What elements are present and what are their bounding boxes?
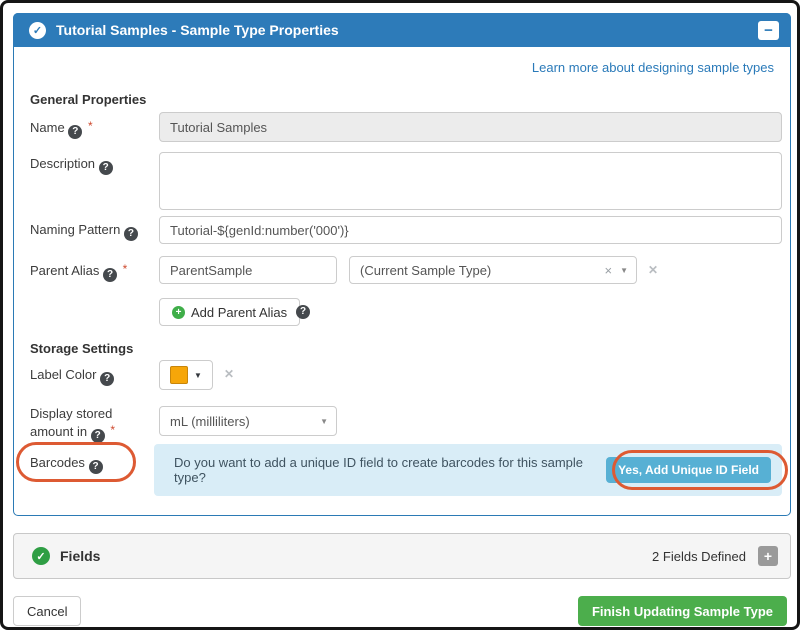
add-parent-alias-label: Add Parent Alias [191,305,287,320]
sample-type-designer-window: ✓ Tutorial Samples - Sample Type Propert… [0,0,800,630]
name-required-marker: * [88,119,93,133]
select-clear-icon[interactable]: × [604,263,612,278]
display-stored-selected-value: mL (milliliters) [170,414,320,429]
display-stored-label-line2: amount in ? * [30,423,115,443]
general-properties-heading: General Properties [30,92,146,107]
unit-select-caret-icon: ▼ [320,417,328,426]
barcodes-help-icon[interactable]: ? [89,460,103,474]
parent-alias-required-marker: * [123,262,128,276]
add-unique-id-field-button[interactable]: Yes, Add Unique ID Field [606,457,771,483]
collapse-panel-button[interactable]: − [758,21,779,40]
parent-alias-help-icon[interactable]: ? [103,268,117,282]
panel-complete-check-icon: ✓ [29,22,46,39]
name-label: Name ? * [30,119,93,139]
add-parent-alias-help-icon[interactable]: ? [296,305,310,319]
name-help-icon[interactable]: ? [68,125,82,139]
label-color-help-icon[interactable]: ? [100,372,114,386]
panel-title: Tutorial Samples - Sample Type Propertie… [56,22,339,38]
display-stored-required-marker: * [110,423,115,437]
parent-alias-sample-type-select[interactable]: (Current Sample Type) × ▼ [349,256,637,284]
barcodes-label: Barcodes ? [30,455,103,474]
display-stored-help-icon[interactable]: ? [91,429,105,443]
parent-alias-selected-value: (Current Sample Type) [360,263,600,278]
naming-pattern-label: Naming Pattern ? [30,222,138,241]
properties-panel-header: ✓ Tutorial Samples - Sample Type Propert… [13,13,791,47]
description-label: Description ? [30,156,113,175]
fields-panel[interactable]: ✓ Fields 2 Fields Defined + [13,533,791,579]
color-swatch [170,366,188,384]
expand-fields-button[interactable]: + [758,546,778,566]
select-caret-icon[interactable]: ▼ [620,266,628,275]
parent-alias-input[interactable] [159,256,337,284]
color-dropdown-caret-icon: ▼ [194,371,202,380]
clear-label-color-icon[interactable]: ✕ [224,367,234,381]
plus-circle-icon: + [172,306,185,319]
naming-pattern-input[interactable] [159,216,782,244]
fields-panel-title: Fields [60,548,100,564]
learn-more-link[interactable]: Learn more about designing sample types [532,60,774,75]
cancel-button[interactable]: Cancel [13,596,81,626]
naming-pattern-help-icon[interactable]: ? [124,227,138,241]
description-help-icon[interactable]: ? [99,161,113,175]
label-color-label: Label Color ? [30,367,114,386]
add-parent-alias-button[interactable]: + Add Parent Alias [159,298,300,326]
description-textarea[interactable] [159,152,782,210]
fields-defined-count: 2 Fields Defined [652,549,746,564]
label-color-dropdown[interactable]: ▼ [159,360,213,390]
name-input [159,112,782,142]
finish-updating-button[interactable]: Finish Updating Sample Type [578,596,787,626]
display-stored-unit-select[interactable]: mL (milliliters) ▼ [159,406,337,436]
properties-panel: ✓ Tutorial Samples - Sample Type Propert… [13,13,791,516]
barcodes-info-banner: Do you want to add a unique ID field to … [154,444,782,496]
display-stored-label-line1: Display stored [30,406,112,421]
parent-alias-label: Parent Alias ? * [30,262,127,282]
barcodes-prompt-text: Do you want to add a unique ID field to … [174,455,612,485]
remove-parent-alias-icon[interactable]: ✕ [648,263,658,277]
storage-settings-heading: Storage Settings [30,341,133,356]
fields-complete-check-icon: ✓ [32,547,50,565]
